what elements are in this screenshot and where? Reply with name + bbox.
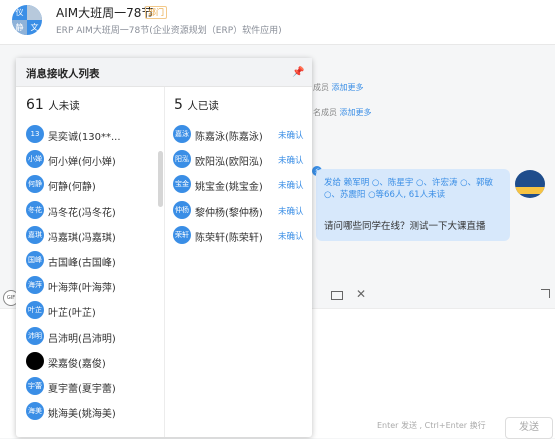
avatar: 海萍: [26, 276, 44, 295]
avatar: 荣轩: [173, 225, 191, 244]
list-item[interactable]: 沛明 吕沛明(吕沛明): [26, 326, 156, 347]
read-column: 5 人已读 嘉泳 陈嘉泳(陈嘉泳) 未确认 阳泓 欧阳泓(欧阳泓) 未确认 宝金 姚宝金(姚宝…: [165, 87, 312, 437]
list-item[interactable]: 嘉琪 冯嘉琪(冯嘉琪): [26, 225, 156, 246]
add-more-link[interactable]: 添加更多: [332, 83, 364, 92]
recipient-name: 姚宝金(姚宝金): [195, 182, 263, 194]
list-item[interactable]: 荣轩 陈荣轩(陈荣轩) 未确认: [173, 225, 312, 246]
unread-count: 61 人未读: [26, 97, 80, 113]
avatar-photo: [27, 5, 42, 20]
status-label: 未确认: [278, 231, 304, 242]
recipient-name: 梁嘉俊(嘉俊): [48, 358, 106, 370]
unread-count-link[interactable]: 61人未读: [409, 190, 445, 200]
avatar: 仲杨: [173, 200, 191, 219]
unread-column: 61 人未读 13 吴奕诚(130**... 小婵 何小婵(何小婵) 何静 何静(何静) 冬…: [16, 87, 165, 437]
avatar-char: 文: [30, 23, 39, 32]
close-icon[interactable]: ✕: [356, 287, 366, 301]
recipient-name: 何静(何静): [48, 182, 96, 194]
recipient-name: 陈嘉泳(陈嘉泳): [195, 132, 263, 143]
list-item[interactable]: 仲杨 黎仲杨(黎仲杨) 未确认: [173, 200, 312, 221]
avatar: 宇蕾: [26, 377, 44, 395]
pin-icon[interactable]: 📌: [292, 67, 304, 78]
recipient-name: 叶芷(叶芷): [48, 308, 96, 320]
panel-title: 消息接收人列表: [26, 68, 100, 80]
avatar: 嘉泳: [173, 125, 191, 143]
avatar: 小婵: [26, 150, 44, 169]
list-item[interactable]: 宝金 姚宝金(姚宝金) 未确认: [173, 175, 312, 195]
status-label: 未确认: [278, 156, 304, 167]
avatar-char: 仪: [15, 8, 24, 17]
avatar: 叶芷: [26, 301, 44, 320]
recipient-name: 吕沛明(吕沛明): [48, 333, 116, 345]
list-item[interactable]: 阳泓 欧阳泓(欧阳泓) 未确认: [173, 150, 312, 170]
recipient-name: 冯嘉琪(冯嘉琪): [48, 232, 116, 244]
list-item[interactable]: 何静 何静(何静): [26, 175, 156, 195]
list-item[interactable]: 国峰 古国峰(古国峰): [26, 251, 156, 271]
chat-header: 仪 静 文 AIM大班周一78节 部门 ERP AIM大班周一78节(企业资源规…: [0, 0, 555, 45]
avatar: 冬花: [26, 200, 44, 219]
recipient-name: 叶海萍(叶海萍): [48, 283, 116, 295]
avatar: 阳泓: [173, 150, 191, 169]
chat-subtitle: ERP AIM大班周一78节(企业资源规划（ERP）软件应用): [56, 26, 282, 36]
chat-title: AIM大班周一78节: [56, 6, 154, 20]
list-item[interactable]: 宇蕾 夏宇蕾(夏宇蕾): [26, 377, 156, 397]
recipient-name: 夏宇蕾(夏宇蕾): [48, 384, 116, 395]
avatar: 海美: [26, 402, 44, 421]
my-avatar[interactable]: [515, 170, 545, 198]
status-label: 未确认: [278, 181, 304, 192]
recipient-name: 陈荣轩(陈荣轩): [195, 232, 263, 244]
system-notice: 名成员 添加更多: [313, 108, 372, 117]
list-item[interactable]: 海萍 叶海萍(叶海萍): [26, 276, 156, 296]
group-avatar[interactable]: 仪 静 文: [12, 5, 42, 35]
system-notice: 成员 添加更多: [313, 83, 364, 92]
recipient-name: 冯冬花(冯冬花): [48, 207, 116, 219]
send-hint: Enter 发送 , Ctrl+Enter 换行: [377, 421, 486, 430]
list-item[interactable]: 叶芷 叶芷(叶芷): [26, 301, 156, 321]
avatar: 嘉琪: [26, 225, 44, 244]
avatar: 何静: [26, 175, 44, 194]
list-item[interactable]: 13 吴奕诚(130**...: [26, 125, 156, 145]
mail-icon[interactable]: [331, 291, 343, 300]
add-more-link[interactable]: 添加更多: [340, 108, 372, 117]
avatar-char: 静: [12, 20, 27, 35]
avatar: 沛明: [26, 326, 44, 345]
recipient-name: 欧阳泓(欧阳泓): [195, 157, 263, 169]
avatar: 宝金: [173, 175, 191, 194]
read-count: 5 人已读: [174, 97, 219, 113]
list-item[interactable]: 海美 姚海美(姚海美): [26, 402, 156, 422]
department-badge: 部门: [145, 6, 167, 19]
list-item[interactable]: 小婵 何小婵(何小婵): [26, 150, 156, 170]
scrollbar[interactable]: [158, 151, 163, 207]
recipient-name: 吴奕诚(130**...: [48, 132, 121, 143]
panel-header: 消息接收人列表 📌: [16, 58, 312, 87]
avatar: [26, 351, 44, 370]
avatar-tag: [515, 187, 545, 194]
recipient-name: 古国峰(古国峰): [48, 258, 116, 269]
message-recipients[interactable]: 发给 赖军明 ○、陈星宇 ○、许宏涛 ○、郭敏 ○、苏震阳 ○等66人, 61人…: [324, 177, 504, 201]
expand-icon[interactable]: [541, 289, 550, 298]
list-item[interactable]: 嘉泳 陈嘉泳(陈嘉泳) 未确认: [173, 125, 312, 145]
list-item[interactable]: 冬花 冯冬花(冯冬花): [26, 200, 156, 221]
recipient-name: 何小婵(何小婵): [48, 157, 116, 169]
send-button[interactable]: 发送: [505, 417, 553, 439]
recipient-name: 黎仲杨(黎仲杨): [195, 207, 263, 219]
recipient-name: 姚海美(姚海美): [48, 409, 116, 421]
list-item[interactable]: 梁嘉俊(嘉俊): [26, 351, 156, 372]
status-label: 未确认: [278, 206, 304, 217]
status-label: 未确认: [278, 131, 304, 141]
avatar: 国峰: [26, 251, 44, 269]
message-bubble[interactable]: 发给 赖军明 ○、陈星宇 ○、许宏涛 ○、郭敏 ○、苏震阳 ○等66人, 61人…: [316, 169, 510, 241]
avatar: 13: [26, 125, 44, 143]
recipient-list-panel: 消息接收人列表 📌 61 人未读 13 吴奕诚(130**... 小婵 何小婵(何小婵…: [16, 58, 312, 437]
message-text: 请问哪些同学在线？测试一下大课直播: [324, 221, 486, 232]
